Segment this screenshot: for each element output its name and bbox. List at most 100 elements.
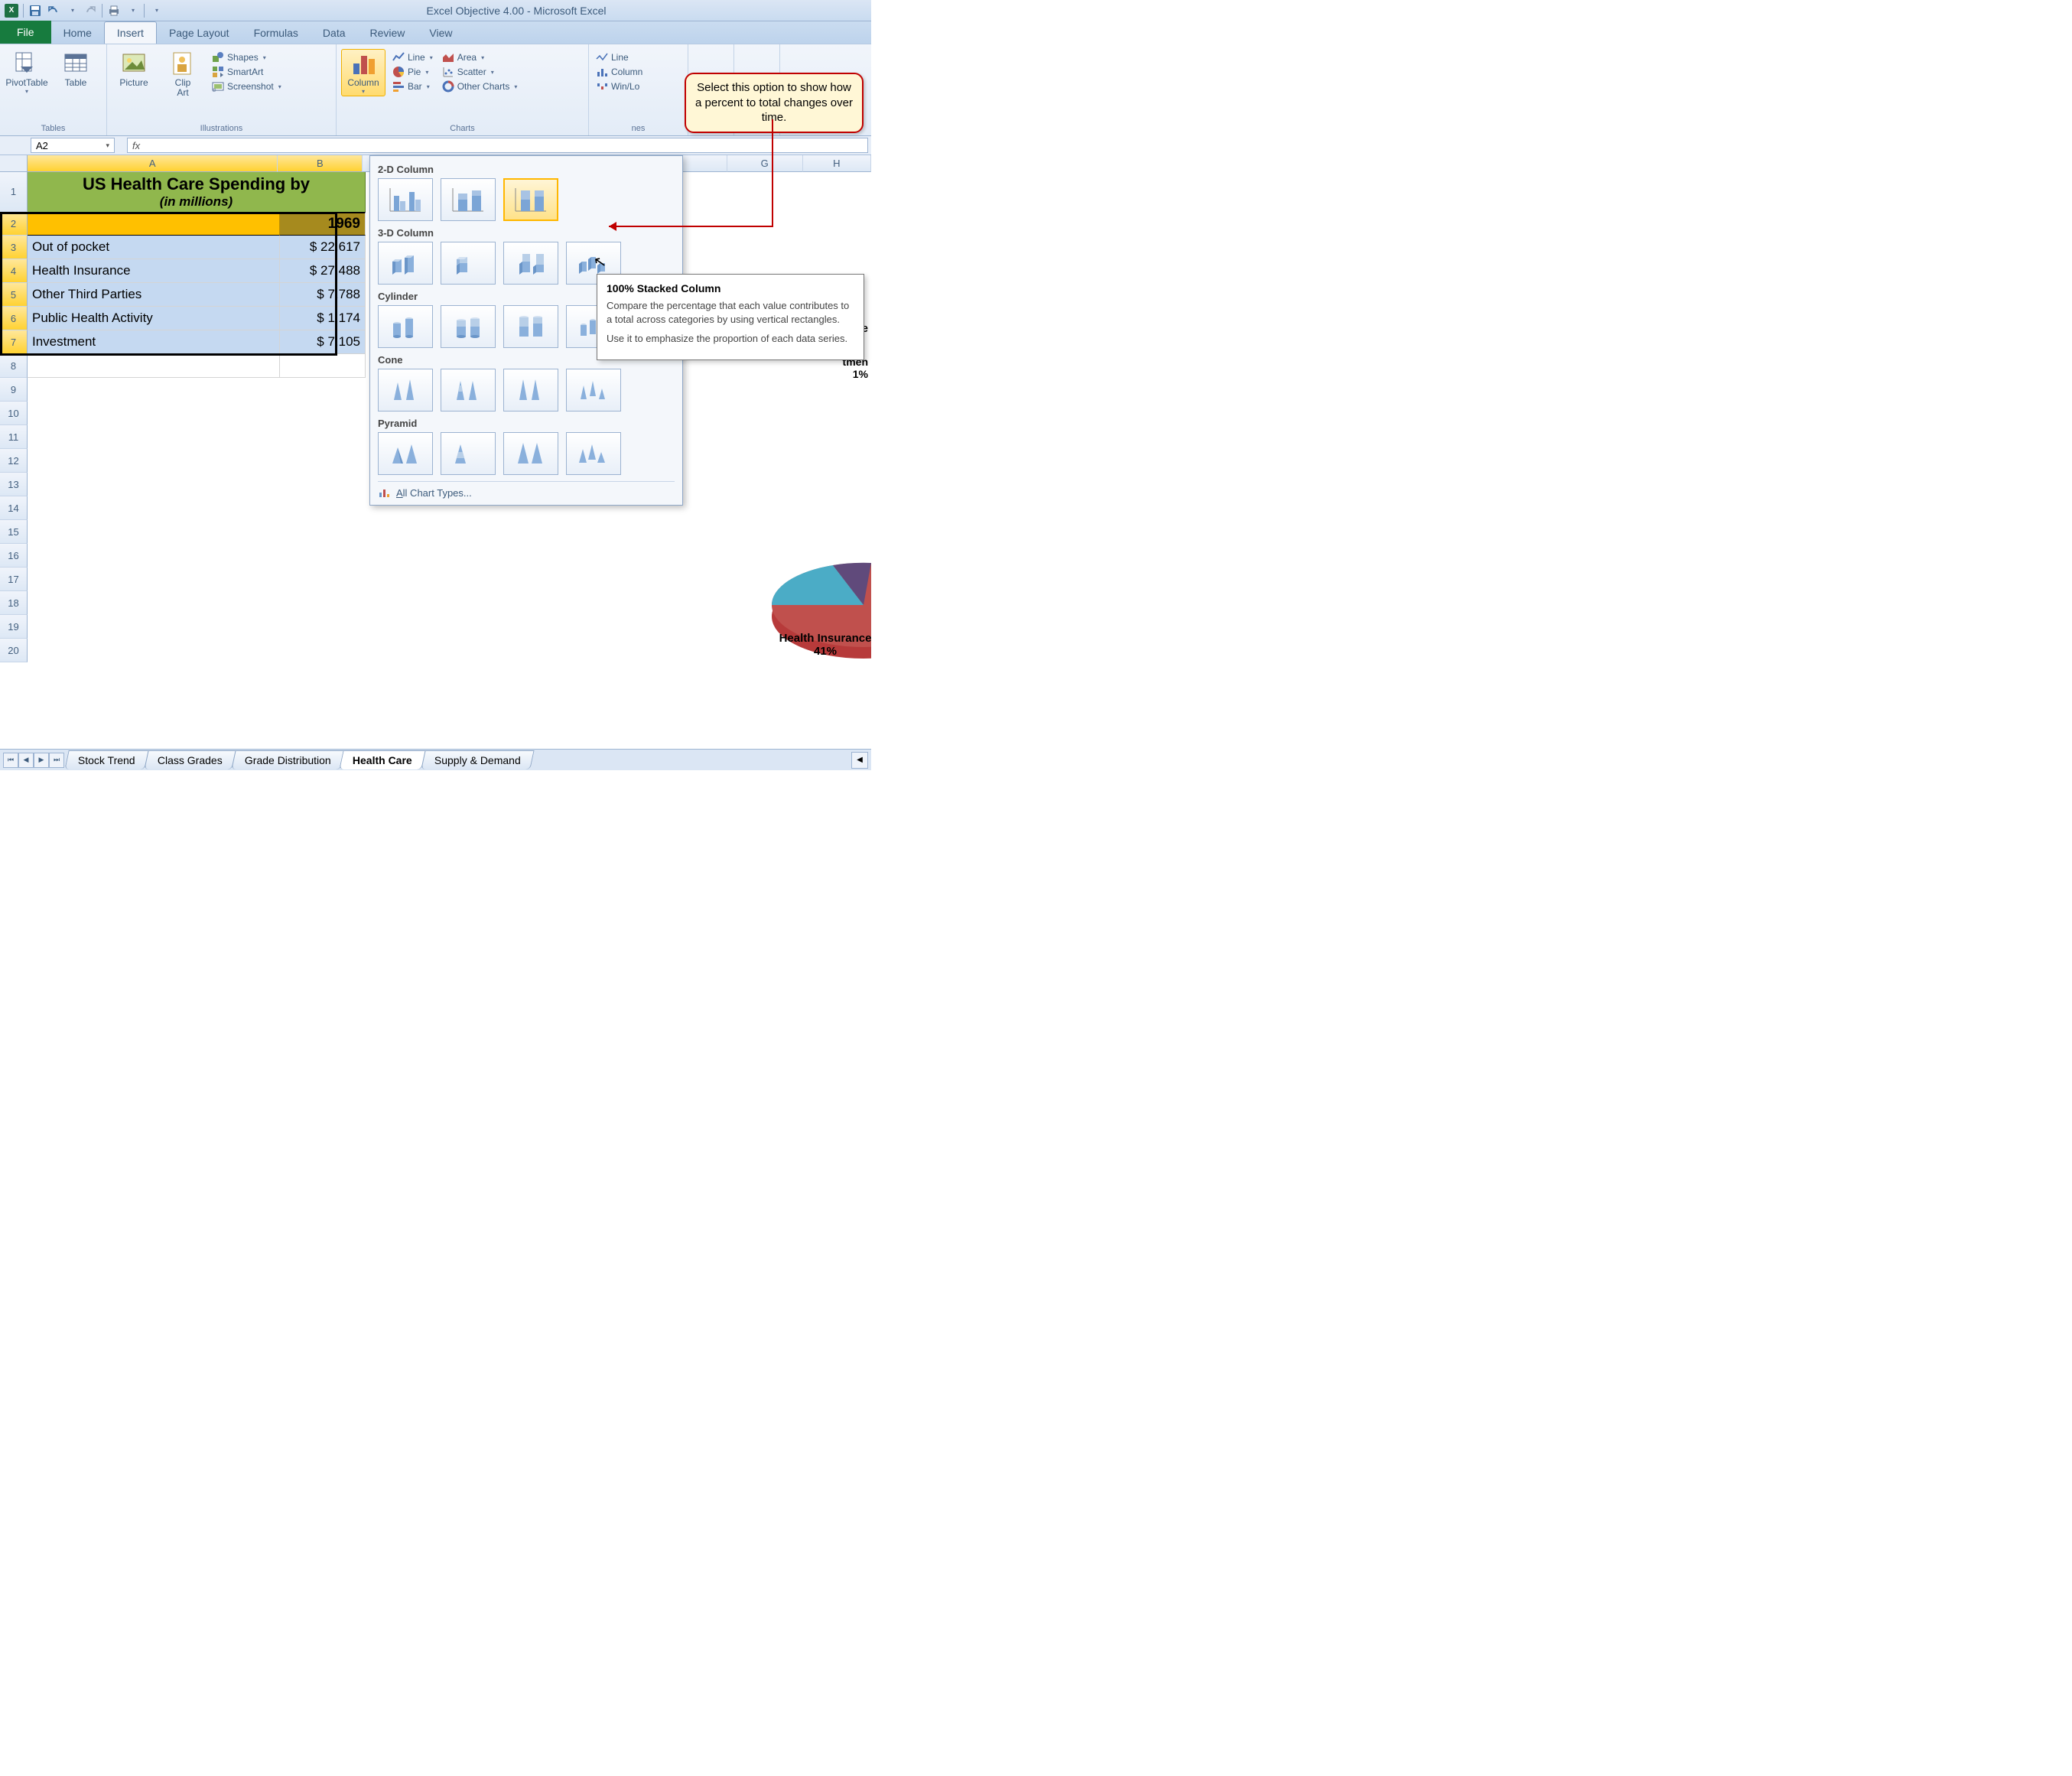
tab-home[interactable]: Home <box>51 22 104 44</box>
rowhead-11[interactable]: 11 <box>0 425 28 449</box>
rowhead-15[interactable]: 15 <box>0 520 28 544</box>
header-year-cell[interactable]: 1969 <box>280 212 366 236</box>
colhead-a[interactable]: A <box>28 155 278 172</box>
redo-icon[interactable] <box>82 2 99 19</box>
tab-view[interactable]: View <box>417 22 464 44</box>
rowhead-18[interactable]: 18 <box>0 591 28 615</box>
chart-2d-100-stacked[interactable] <box>503 178 558 221</box>
chart-cone-clustered[interactable] <box>378 369 433 411</box>
chart-cone-100stacked[interactable] <box>503 369 558 411</box>
colhead-g[interactable]: G <box>727 155 803 172</box>
sheet-tab-health-care[interactable]: Health Care <box>340 750 426 769</box>
file-tab[interactable]: File <box>0 21 51 44</box>
sheet-nav-prev[interactable]: ◀ <box>18 753 34 768</box>
data-label-2[interactable]: Other Third Parties <box>28 283 280 307</box>
undo-dropdown-icon[interactable] <box>63 2 80 19</box>
sheet-tab-class-grades[interactable]: Class Grades <box>144 750 236 769</box>
shapes-button[interactable]: Shapes <box>210 50 284 64</box>
data-label-1[interactable]: Health Insurance <box>28 259 280 283</box>
rowhead-1[interactable]: 1 <box>0 172 28 212</box>
rowhead-9[interactable]: 9 <box>0 378 28 402</box>
select-all-corner[interactable] <box>0 155 28 172</box>
all-chart-types-button[interactable]: All Chart Types... <box>378 481 675 499</box>
sparkline-column-button[interactable]: Column <box>594 65 645 79</box>
chart-cyl-clustered[interactable] <box>378 305 433 348</box>
chart-cyl-stacked[interactable] <box>441 305 496 348</box>
rowhead-12[interactable]: 12 <box>0 449 28 473</box>
tab-formulas[interactable]: Formulas <box>242 22 311 44</box>
sheet-nav-next[interactable]: ▶ <box>34 753 49 768</box>
data-val-3[interactable]: $ 1,174 <box>280 307 366 330</box>
sparkline-winloss-button[interactable]: Win/Lo <box>594 80 645 93</box>
area-chart-button[interactable]: Area <box>440 50 520 64</box>
tab-insert[interactable]: Insert <box>104 21 157 44</box>
scatter-chart-button[interactable]: Scatter <box>440 65 520 79</box>
rowhead-10[interactable]: 10 <box>0 402 28 425</box>
rowhead-2[interactable]: 2 <box>0 212 28 236</box>
data-val-2[interactable]: $ 7,788 <box>280 283 366 307</box>
sparkline-line-button[interactable]: Line <box>594 50 645 64</box>
sheet-tab-supply-demand[interactable]: Supply & Demand <box>421 750 534 769</box>
column-chart-button[interactable]: Column ▾ <box>341 49 385 96</box>
rowhead-16[interactable]: 16 <box>0 544 28 568</box>
data-label-0[interactable]: Out of pocket <box>28 236 280 259</box>
chart-2d-stacked[interactable] <box>441 178 496 221</box>
tab-page-layout[interactable]: Page Layout <box>157 22 242 44</box>
save-icon[interactable] <box>27 2 44 19</box>
rowhead-4[interactable]: 4 <box>0 259 28 283</box>
formula-input[interactable]: fx <box>127 138 868 153</box>
data-val-1[interactable]: $ 27,488 <box>280 259 366 283</box>
other-charts-button[interactable]: Other Charts <box>440 80 520 93</box>
picture-button[interactable]: Picture <box>112 49 156 89</box>
rowhead-19[interactable]: 19 <box>0 615 28 639</box>
chart-cone-3d[interactable] <box>566 369 621 411</box>
rowhead-20[interactable]: 20 <box>0 639 28 662</box>
chart-cone-stacked[interactable] <box>441 369 496 411</box>
table-button[interactable]: Table <box>54 49 98 89</box>
rowhead-8[interactable]: 8 <box>0 354 28 378</box>
chart-pyr-stacked[interactable] <box>441 432 496 475</box>
sheet-nav-first[interactable]: ⏮ <box>3 753 18 768</box>
pie-chart-button[interactable]: Pie <box>390 65 435 79</box>
title-cell[interactable]: US Health Care Spending by (in millions) <box>28 172 366 212</box>
data-label-3[interactable]: Public Health Activity <box>28 307 280 330</box>
smartart-button[interactable]: SmartArt <box>210 65 284 79</box>
header-blank-cell[interactable] <box>28 212 280 236</box>
empty-cell[interactable] <box>280 354 366 378</box>
print-dropdown-icon[interactable] <box>124 2 141 19</box>
sheet-tab-grade-distribution[interactable]: Grade Distribution <box>231 750 344 769</box>
tab-data[interactable]: Data <box>311 22 358 44</box>
excel-icon[interactable]: X <box>3 2 20 19</box>
sheet-tab-stock-trend[interactable]: Stock Trend <box>64 750 148 769</box>
screenshot-button[interactable]: ⊕Screenshot <box>210 80 284 93</box>
sheet-nav-last[interactable]: ⏭ <box>49 753 64 768</box>
tab-review[interactable]: Review <box>358 22 418 44</box>
data-val-0[interactable]: $ 22,617 <box>280 236 366 259</box>
chart-pyr-3d[interactable] <box>566 432 621 475</box>
rowhead-6[interactable]: 6 <box>0 307 28 330</box>
chart-3d-stacked[interactable] <box>441 242 496 285</box>
rowhead-3[interactable]: 3 <box>0 236 28 259</box>
rowhead-14[interactable]: 14 <box>0 496 28 520</box>
colhead-b[interactable]: B <box>278 155 363 172</box>
data-label-4[interactable]: Investment <box>28 330 280 354</box>
chart-pyr-100stacked[interactable] <box>503 432 558 475</box>
print-icon[interactable] <box>106 2 122 19</box>
chart-pyr-clustered[interactable] <box>378 432 433 475</box>
rowhead-7[interactable]: 7 <box>0 330 28 354</box>
hscroll-left[interactable]: ◀ <box>851 752 868 769</box>
bar-chart-button[interactable]: Bar <box>390 80 435 93</box>
chart-2d-clustered[interactable] <box>378 178 433 221</box>
rowhead-17[interactable]: 17 <box>0 568 28 591</box>
undo-icon[interactable] <box>45 2 62 19</box>
chart-3d-clustered[interactable] <box>378 242 433 285</box>
chart-cyl-100stacked[interactable] <box>503 305 558 348</box>
data-val-4[interactable]: $ 7,105 <box>280 330 366 354</box>
empty-cell[interactable] <box>28 354 280 378</box>
qat-customize-icon[interactable] <box>148 2 164 19</box>
colhead-h[interactable]: H <box>803 155 871 172</box>
rowhead-13[interactable]: 13 <box>0 473 28 496</box>
clipart-button[interactable]: Clip Art <box>161 49 205 99</box>
pivottable-button[interactable]: PivotTable ▾ <box>5 49 49 96</box>
rowhead-5[interactable]: 5 <box>0 283 28 307</box>
